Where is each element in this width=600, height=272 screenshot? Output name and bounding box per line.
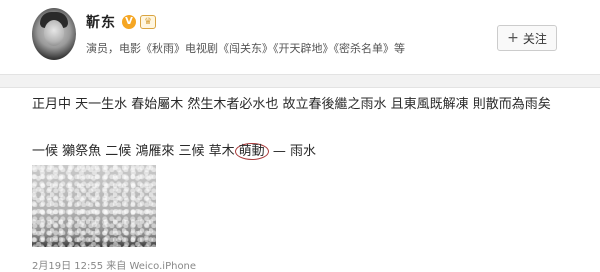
work-link[interactable]: 闯关东 bbox=[229, 42, 262, 55]
name-row: 靳东 V ♛ bbox=[86, 12, 156, 32]
bio-separator: 》《 bbox=[262, 42, 279, 55]
post-meta: 2月19日 12:55 来自 Weico.iPhone bbox=[32, 261, 197, 272]
follow-button[interactable]: + 关注 bbox=[497, 25, 557, 51]
bio-separator: 》电视剧《 bbox=[174, 42, 229, 55]
post-text-segment: — 雨水 bbox=[268, 144, 316, 159]
post-text: 正月中 天一生水 春始屬木 然生木者必水也 故立春後繼之雨水 且東風既解凍 則散… bbox=[32, 97, 551, 112]
avatar[interactable] bbox=[32, 8, 76, 60]
post-text-line: 一候 獺祭魚 二候 鴻雁來 三候 草木 萌動 — 雨水 bbox=[32, 140, 316, 160]
plus-icon: + bbox=[507, 30, 519, 46]
bio: 演员，电影《秋雨》电视剧《闯关东》《开天辟地》《密杀名单》等 bbox=[86, 40, 405, 56]
post-card: 正月中 天一生水 春始屬木 然生木者必水也 故立春後繼之雨水 且東風既解凍 則散… bbox=[0, 88, 600, 272]
verified-icon: V bbox=[122, 15, 136, 29]
bio-separator: 》等 bbox=[383, 42, 405, 55]
bio-prefix: 演员，电影《 bbox=[86, 42, 152, 55]
post-text-segment: 一候 獺祭魚 二候 鴻雁來 三候 草木 bbox=[32, 144, 235, 159]
bio-separator: 》《 bbox=[322, 42, 340, 55]
profile-header: 靳东 V ♛ 演员，电影《秋雨》电视剧《闯关东》《开天辟地》《密杀名单》等 + … bbox=[0, 0, 600, 74]
rank-icon: ♛ bbox=[140, 15, 156, 29]
section-divider bbox=[0, 74, 600, 88]
follow-label: 关注 bbox=[522, 31, 547, 46]
work-link[interactable]: 秋雨 bbox=[152, 42, 174, 55]
avatar-face bbox=[44, 20, 64, 46]
user-name[interactable]: 靳东 bbox=[86, 12, 116, 32]
work-link[interactable]: 开天辟地 bbox=[279, 42, 323, 55]
circled-highlight: 萌動 bbox=[234, 143, 269, 160]
work-link[interactable]: 密杀名单 bbox=[339, 42, 383, 55]
weibo-post-page: 靳东 V ♛ 演员，电影《秋雨》电视剧《闯关东》《开天辟地》《密杀名单》等 + … bbox=[0, 0, 600, 272]
post-image[interactable] bbox=[32, 165, 156, 247]
